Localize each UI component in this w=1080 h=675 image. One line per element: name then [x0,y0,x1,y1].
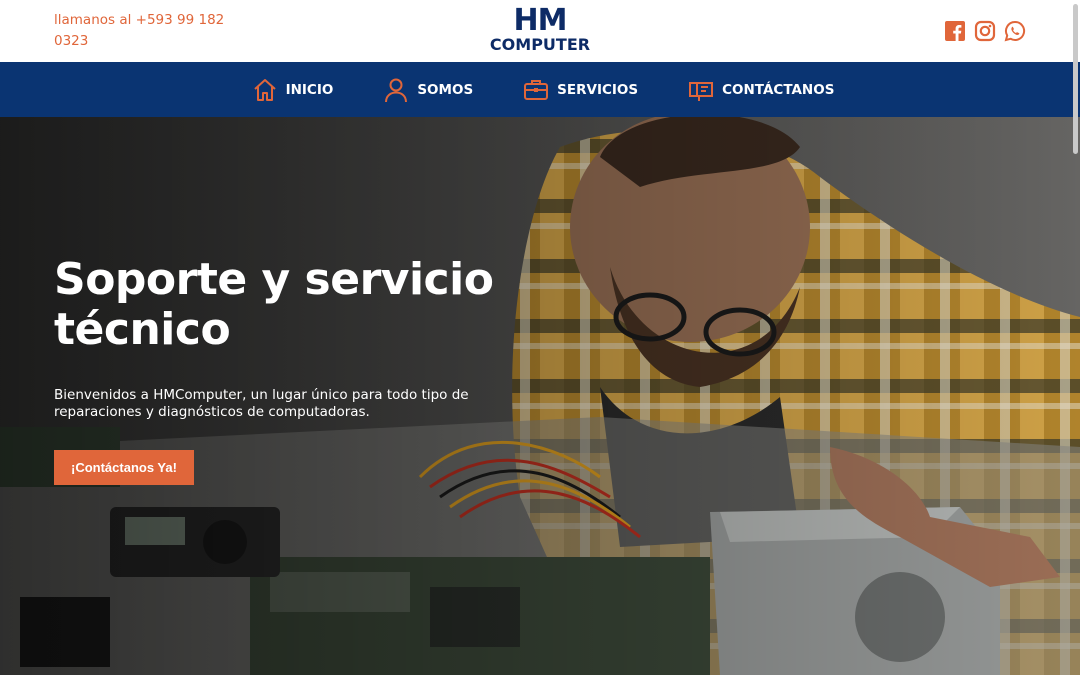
user-icon [383,77,409,103]
briefcase-icon [523,77,549,103]
nav-item-servicios[interactable]: SERVICIOS [523,77,638,103]
phone-number[interactable]: llamanos al +593 99 182 0323 [54,10,244,52]
whatsapp-icon[interactable] [1004,20,1026,42]
nav-label-somos: SOMOS [417,81,474,98]
hero-banner: Soporte y servicio técnico Bienvenidos a… [0,117,1080,675]
mailbox-icon [688,77,714,103]
contact-now-button[interactable]: ¡Contáctanos Ya! [54,450,194,485]
nav-item-somos[interactable]: SOMOS [383,77,473,103]
instagram-icon[interactable] [974,20,996,42]
facebook-icon[interactable] [944,20,966,42]
logo-text-hm: HM [513,3,568,38]
hero-description: Bienvenidos a HMComputer, un lugar único… [54,387,469,420]
top-header: llamanos al +593 99 182 0323 HM COMPUTER [0,0,1080,62]
nav-label-inicio: INICIO [285,81,334,98]
social-links [944,20,1026,42]
page-scrollbar[interactable] [1073,4,1078,154]
nav-label-servicios: SERVICIOS [557,81,639,98]
home-icon [252,77,278,103]
nav-item-inicio[interactable]: INICIO [252,77,334,103]
logo-text-computer: COMPUTER [489,35,591,54]
hero-title: Soporte y servicio técnico [54,254,494,355]
nav-label-contactanos: CONTÁCTANOS [722,81,835,98]
site-logo[interactable]: HM COMPUTER [482,6,598,56]
main-navigation: INICIO SOMOS SERVICIOS CONTÁCTANOS [0,62,1080,117]
nav-item-contactanos[interactable]: CONTÁCTANOS [688,77,834,103]
